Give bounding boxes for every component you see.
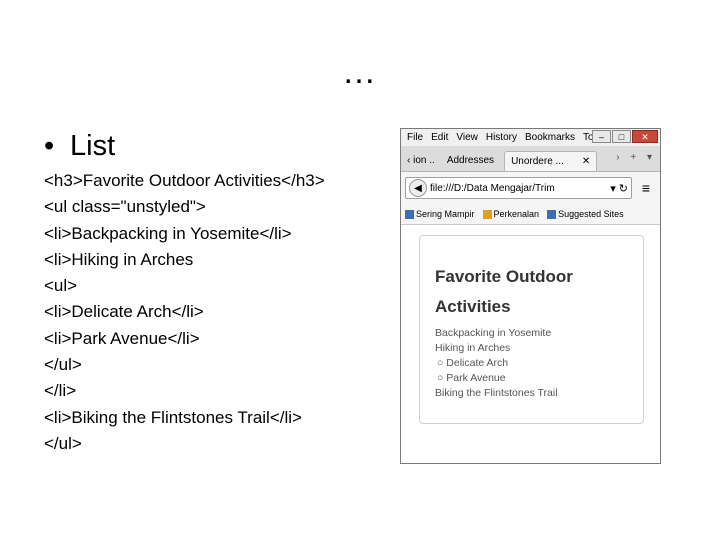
code-line: </ul> — [44, 355, 82, 375]
list-item: Hiking in Arches Delicate Arch Park Aven… — [435, 341, 558, 386]
menu-view[interactable]: View — [456, 132, 478, 143]
nested-list-item: Park Avenue — [437, 371, 558, 386]
bookmark-perkenalan[interactable]: Perkenalan — [482, 208, 540, 220]
list-item: Backpacking in Yosemite — [435, 327, 552, 339]
code-line: </li> — [44, 381, 77, 401]
code-line: <ul class="unstyled"> — [44, 197, 206, 217]
bullet-label: List — [70, 130, 116, 162]
menu-bookmarks[interactable]: Bookmarks — [525, 132, 575, 143]
code-line: <li>Delicate Arch</li> — [44, 302, 204, 322]
nested-list-item: Delicate Arch — [437, 356, 558, 371]
code-line: <li>Hiking in Arches — [44, 249, 194, 269]
bullet-icon: • — [44, 130, 55, 162]
dropdown-reload-icon[interactable]: ▾ ↻ — [610, 182, 631, 195]
nested-list: Delicate Arch Park Avenue — [435, 356, 558, 386]
code-line: <li>Park Avenue</li> — [44, 328, 200, 348]
bullet-list-heading: • List — [44, 128, 115, 164]
tab-scroll-left-icon[interactable]: ‹ — [407, 155, 410, 166]
tab-ion[interactable]: ‹ ion .. — [401, 151, 441, 171]
tab-unordered[interactable]: Unordere ... ✕ — [504, 151, 598, 171]
menu-history[interactable]: History — [486, 132, 517, 143]
menu-file[interactable]: File — [407, 132, 423, 143]
browser-navbar: ◀ file:///D:/Data Mengajar/Trim ▾ ↻ ≡ — [401, 172, 660, 204]
browser-tabbar: ‹ ion .. Addresses Unordere ... ✕ › + ▾ — [401, 146, 660, 172]
url-bar[interactable]: ◀ file:///D:/Data Mengajar/Trim ▾ ↻ — [405, 177, 632, 199]
list-item-label: Hiking in Arches — [435, 342, 511, 354]
tab-close-icon[interactable]: ✕ — [582, 156, 590, 167]
bookmark-sering-mampir[interactable]: Sering Mampir — [405, 208, 475, 220]
code-line: <h3>Favorite Outdoor Activities</h3> — [44, 171, 325, 190]
menu-edit[interactable]: Edit — [431, 132, 448, 143]
rendered-page: Favorite Outdoor Activities Backpacking … — [419, 235, 644, 424]
bookmark-site-icon — [547, 210, 557, 220]
code-line: <ul> — [44, 276, 78, 296]
close-icon[interactable]: ✕ — [632, 130, 658, 143]
rendered-list: Backpacking in Yosemite Hiking in Arches… — [435, 326, 558, 401]
maximize-icon[interactable]: □ — [612, 130, 631, 143]
bookmark-label: Perkenalan — [493, 208, 540, 219]
tab-nav-icons[interactable]: › + ▾ — [616, 152, 656, 163]
bookmark-label: Sering Mampir — [416, 208, 475, 219]
tab-label: ion .. — [413, 155, 435, 166]
bookmark-suggested-sites[interactable]: Suggested Sites — [547, 208, 624, 220]
bookmark-folder-icon — [405, 210, 414, 220]
code-line: <li>Biking the Flintstones Trail</li> — [44, 407, 302, 427]
browser-screenshot: File Edit View History Bookmarks To – □ … — [400, 128, 661, 464]
url-text: file:///D:/Data Mengajar/Trim — [430, 182, 555, 194]
bookmarks-bar: Sering Mampir Perkenalan Suggested Sites — [401, 204, 660, 225]
bookmark-page-icon — [482, 210, 492, 220]
hamburger-menu-icon[interactable]: ≡ — [636, 180, 656, 196]
list-item: Biking the Flintstones Trail — [435, 387, 558, 399]
bookmark-label: Suggested Sites — [558, 208, 624, 219]
minimize-icon[interactable]: – — [592, 130, 611, 143]
window-controls: – □ ✕ — [592, 130, 658, 143]
browser-menubar: File Edit View History Bookmarks To – □ … — [401, 129, 660, 146]
rendered-heading: Favorite Outdoor Activities — [435, 267, 573, 316]
code-block: <h3>Favorite Outdoor Activities</h3> <ul… — [44, 168, 325, 457]
code-line: </ul> — [44, 433, 82, 453]
tab-addresses[interactable]: Addresses — [441, 151, 500, 171]
tab-label: Addresses — [446, 155, 495, 166]
tab-label: Unordere ... — [511, 156, 564, 167]
code-line: <li>Backpacking in Yosemite</li> — [44, 223, 292, 243]
slide-title: … — [342, 53, 378, 91]
back-arrow-icon[interactable]: ◀ — [409, 179, 427, 197]
